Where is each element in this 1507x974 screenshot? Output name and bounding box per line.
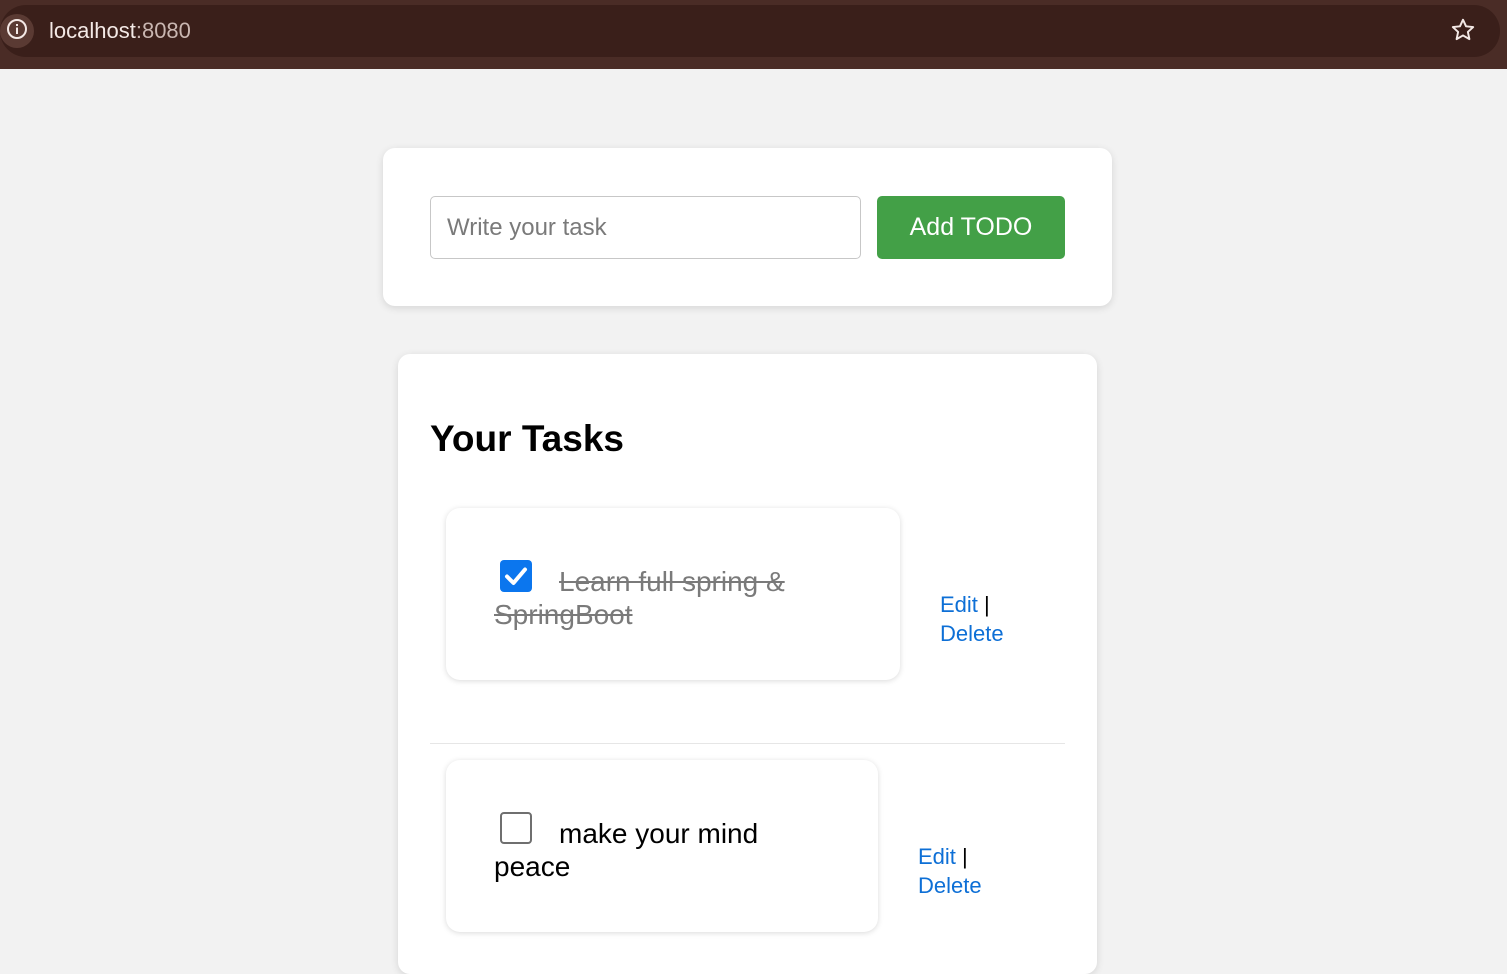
delete-link[interactable]: Delete	[918, 873, 982, 898]
site-info-button[interactable]	[0, 14, 34, 48]
task-item: make your mind peace	[446, 760, 878, 932]
action-separator: |	[984, 592, 990, 617]
url-host: localhost	[49, 18, 136, 43]
star-icon	[1450, 17, 1476, 48]
delete-link[interactable]: Delete	[940, 621, 1004, 646]
edit-link[interactable]: Edit	[940, 592, 978, 617]
task-divider	[430, 743, 1065, 744]
section-title: Your Tasks	[430, 418, 624, 459]
task-text: make your mind peace	[494, 818, 759, 882]
task-input[interactable]	[430, 196, 861, 259]
task-actions: Edit | Delete	[940, 590, 1004, 648]
task-item: Learn full spring & SpringBoot	[446, 508, 900, 680]
bookmark-button[interactable]	[1449, 18, 1477, 46]
edit-link[interactable]: Edit	[918, 844, 956, 869]
browser-toolbar: localhost:8080	[0, 0, 1507, 69]
task-list-card: Your Tasks Learn full spring & SpringBoo…	[398, 354, 1097, 974]
action-separator: |	[962, 844, 968, 869]
address-bar[interactable]: localhost:8080	[0, 5, 1500, 57]
task-text: Learn full spring & SpringBoot	[494, 566, 785, 630]
url-text[interactable]: localhost:8080	[49, 18, 191, 44]
info-icon	[6, 18, 28, 45]
add-todo-button[interactable]: Add TODO	[877, 196, 1065, 259]
url-port: :8080	[135, 18, 191, 43]
add-task-card: Add TODO	[383, 148, 1112, 306]
task-actions: Edit | Delete	[918, 842, 982, 900]
